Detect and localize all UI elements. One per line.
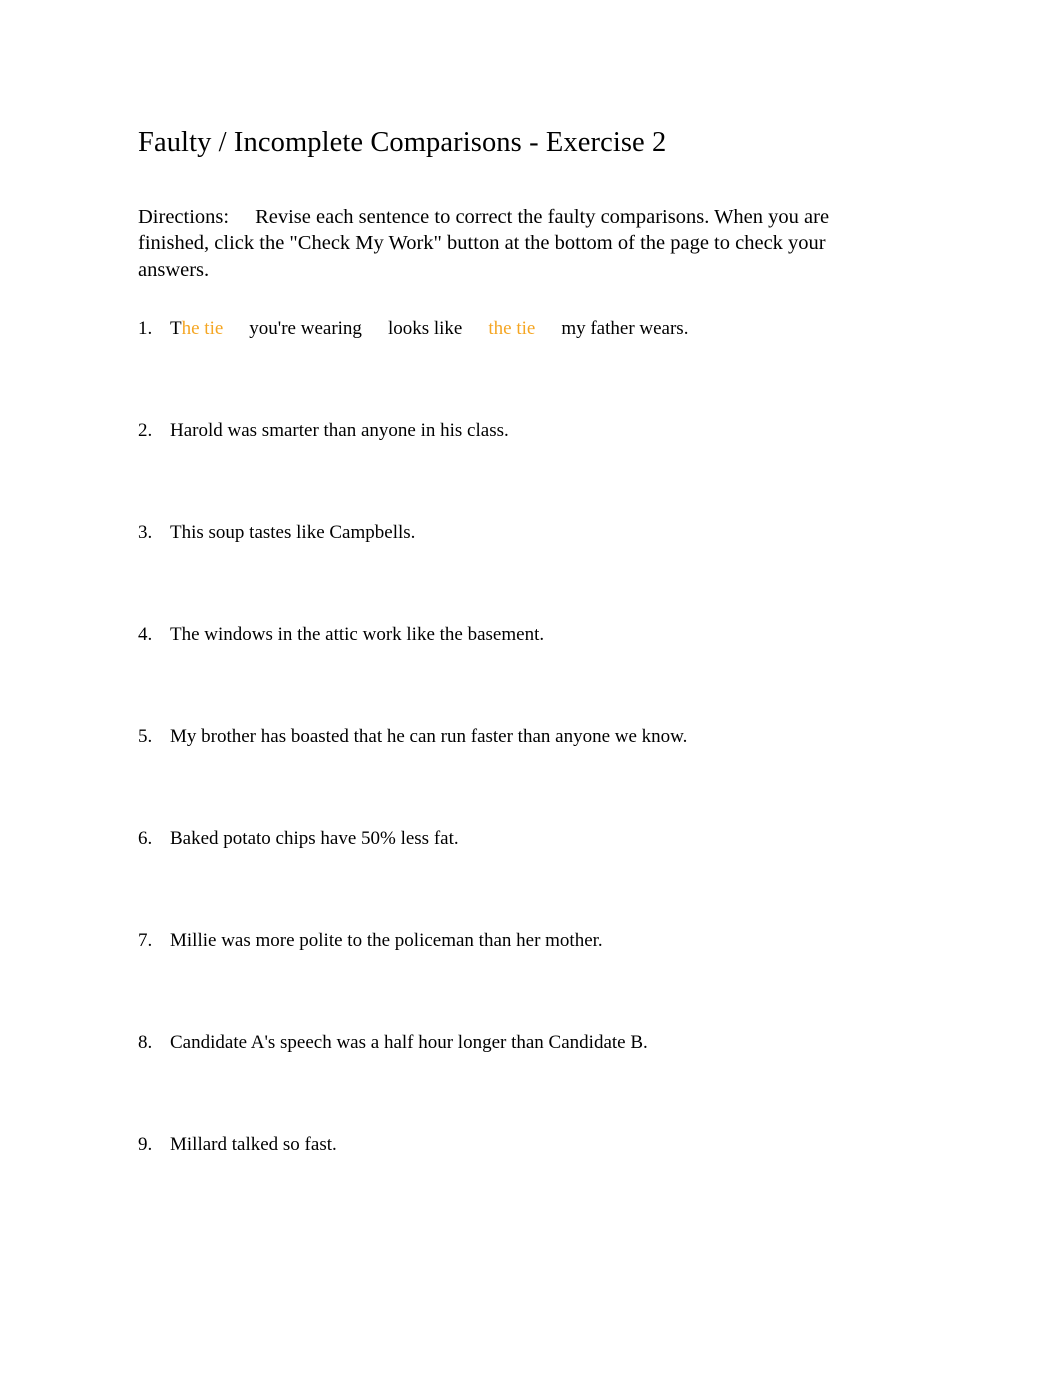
exercise-item-text: The windows in the attic work like the b… [170,623,928,648]
exercise-item-text: This soup tastes like Campbells. [170,521,928,546]
exercise-item-number: 9. [138,1133,153,1155]
plain-phrase: The windows in the attic work like the b… [170,623,545,645]
directions-paragraph: Directions: Revise each sentence to corre… [138,160,873,284]
exercise-item: 8. Candidate A's speech was a half hour l… [138,1031,928,1133]
exercise-item-number: 6. [138,827,153,849]
document-page: Faulty / Incomplete Comparisons - Exerci… [0,0,1062,1377]
exercise-item-number: 4. [138,623,153,645]
page-title: Faulty / Incomplete Comparisons - Exerci… [138,127,667,158]
directions-body: Revise each sentence to correct the faul… [138,205,830,281]
exercise-item: 7. Millie was more polite to the policema… [138,929,928,1031]
exercise-item: 4. The windows in the attic work like the… [138,623,928,725]
highlighted-phrase: he tie [181,317,224,339]
plain-phrase: This soup tastes like Campbells. [170,521,416,543]
exercise-item: 1. The tie you're wearing looks like the tie… [138,317,928,419]
exercise-item-text: Millie was more polite to the policeman … [170,929,928,954]
exercise-item-number: 3. [138,521,153,543]
plain-phrase: T [170,317,182,339]
plain-phrase: My brother has boasted that he can run f… [170,725,688,747]
plain-phrase: my father wears. [561,317,689,339]
exercise-list: 1. The tie you're wearing looks like the tie… [138,284,928,1158]
document-content: Faulty / Incomplete Comparisons - Exerci… [138,0,928,1157]
exercise-item: 9. Millard talked so fast. [138,1133,928,1158]
exercise-item-text: My brother has boasted that he can run f… [170,725,928,750]
plain-phrase: Millard talked so fast. [170,1133,337,1155]
exercise-item-number: 7. [138,929,153,951]
exercise-item-text: Candidate A's speech was a half hour lon… [170,1031,928,1056]
exercise-item-number: 5. [138,725,153,747]
plain-phrase: Baked potato chips have 50% less fat. [170,827,459,849]
plain-phrase: Harold was smarter than anyone in his cl… [170,419,509,441]
exercise-item: 5. My brother has boasted that he can run… [138,725,928,827]
directions-label: Directions: [138,205,230,228]
exercise-item: 6. Baked potato chips have 50% less fat. [138,827,928,929]
exercise-item-number: 2. [138,419,153,441]
plain-phrase: you're wearing [249,317,362,339]
exercise-item-text: Harold was smarter than anyone in his cl… [170,419,928,444]
plain-phrase: Millie was more polite to the policeman … [170,929,603,951]
exercise-item: 3. This soup tastes like Campbells. [138,521,928,623]
exercise-item: 2. Harold was smarter than anyone in his … [138,419,928,521]
exercise-item-number: 8. [138,1031,153,1053]
exercise-item-number: 1. [138,317,153,339]
exercise-item-text: Baked potato chips have 50% less fat. [170,827,928,852]
highlighted-phrase: the tie [488,317,536,339]
plain-phrase: Candidate A's speech was a half hour lon… [170,1031,648,1053]
exercise-item-text: The tie you're wearing looks like the tie my… [170,317,928,342]
plain-phrase: looks like [387,317,463,339]
exercise-item-text: Millard talked so fast. [170,1133,928,1158]
